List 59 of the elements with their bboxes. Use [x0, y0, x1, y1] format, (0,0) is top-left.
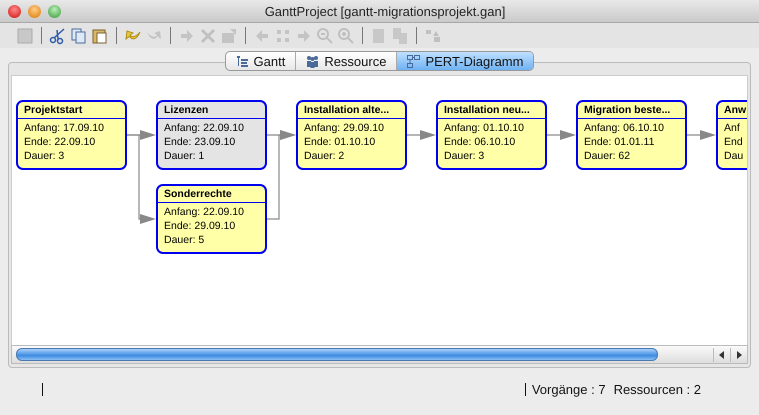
close-button[interactable] — [8, 4, 21, 18]
task-detail: Anfang: 06.10.10 — [584, 121, 665, 135]
paste-icon[interactable] — [91, 26, 109, 44]
task-detail: Anfang: 22.09.10 — [164, 121, 245, 135]
copy-icon[interactable] — [70, 26, 88, 44]
resource-count: Ressourcen : 2 — [614, 382, 701, 396]
task-title: Installation alte... — [304, 104, 390, 116]
window-title: GanttProject [gantt-migrationsprojekt.gan] — [264, 4, 506, 18]
scrollbar-thumb[interactable] — [16, 348, 658, 361]
task-detail: Anf — [724, 121, 741, 135]
zoom-button[interactable] — [48, 4, 61, 18]
task-title: Installation neu... — [444, 104, 530, 116]
task-detail: Ende: 06.10.10 — [444, 135, 516, 149]
task-node[interactable]: Sonderrechte Anfang: 22.09.10 Ende: 29.09.10 Dauer: 5 — [156, 184, 267, 254]
minimize-button[interactable] — [28, 4, 41, 18]
zoom-in-icon[interactable] — [337, 26, 355, 44]
task-detail: Dauer: 3 — [24, 149, 66, 163]
task-node[interactable]: Anw Anf End Dau — [716, 100, 747, 170]
task-detail: Anfang: 29.09.10 — [304, 121, 385, 135]
task-detail: Dauer: 62 — [584, 149, 632, 163]
task-detail: Ende: 23.09.10 — [164, 135, 236, 149]
task-detail: Ende: 01.10.10 — [304, 135, 376, 149]
task-title: Sonderrechte — [164, 188, 232, 200]
window-icon[interactable] — [220, 26, 238, 44]
horizontal-scrollbar[interactable] — [11, 345, 748, 364]
task-title: Migration beste... — [584, 104, 670, 116]
cut-icon[interactable] — [49, 26, 67, 44]
delete-icon[interactable] — [199, 26, 217, 44]
connector-arrow — [687, 130, 716, 140]
task-node[interactable]: Lizenzen Anfang: 22.09.10 Ende: 23.09.10 Dauer: 1 — [156, 100, 267, 170]
task-node[interactable]: Projektstart Anfang: 17.09.10 Ende: 22.09.10 Dauer: 3 — [16, 100, 127, 170]
people-icon — [306, 54, 320, 68]
task-detail: Anfang: 22.09.10 — [164, 205, 245, 219]
task-detail: Dauer: 1 — [164, 149, 206, 163]
task-count: Vorgänge : 7 — [532, 382, 606, 396]
tab[interactable]: PERT-Diagramm — [397, 52, 534, 70]
task-title: Anw — [724, 104, 746, 116]
zoom-out-icon[interactable] — [316, 26, 334, 44]
task-detail: Dauer: 3 — [444, 149, 486, 163]
task-detail: Dau — [724, 149, 744, 163]
task-title: Projektstart — [24, 104, 82, 116]
connector-arrow — [407, 130, 436, 140]
task-detail: Anfang: 17.09.10 — [24, 121, 105, 135]
documents-icon[interactable] — [391, 26, 409, 44]
task-node[interactable]: Installation alte... Anfang: 29.09.10 Ende: 01.10.10 Dauer: 2 — [296, 100, 407, 170]
task-detail: End — [724, 135, 744, 149]
save-icon[interactable] — [16, 26, 34, 44]
task-detail: Ende: 01.01.11 — [584, 135, 656, 149]
task-detail: Ende: 22.09.10 — [24, 135, 96, 149]
list-icon — [236, 54, 249, 68]
task-node[interactable]: Installation neu... Anfang: 01.10.10 Ende: 06.10.10 Dauer: 3 — [436, 100, 547, 170]
network-icon — [407, 54, 420, 68]
task-detail: Anfang: 01.10.10 — [444, 121, 525, 135]
task-detail: Dauer: 5 — [164, 233, 206, 247]
task-node[interactable]: Migration beste... Anfang: 06.10.10 Ende: 01.01.11 Dauer: 62 — [576, 100, 687, 170]
connector-arrow — [547, 130, 576, 140]
task-title: Lizenzen — [164, 104, 208, 116]
task-detail: Dauer: 2 — [304, 149, 346, 163]
task-detail: Ende: 29.09.10 — [164, 219, 236, 233]
